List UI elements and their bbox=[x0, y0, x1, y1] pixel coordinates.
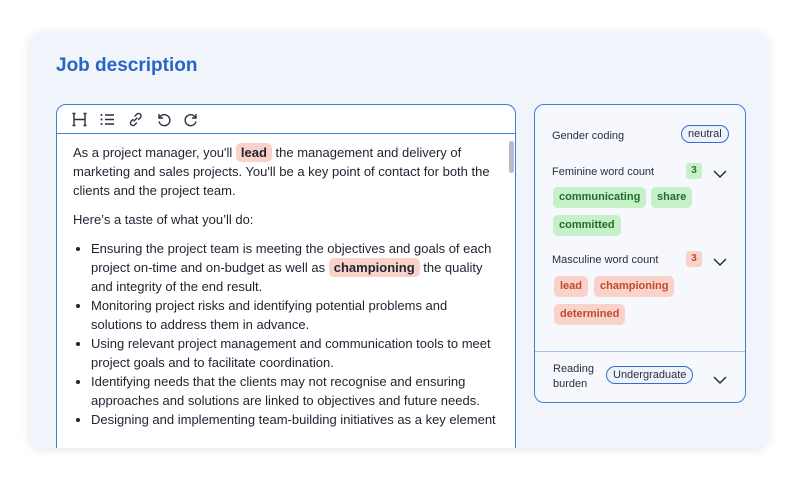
feminine-word-tag: share bbox=[651, 187, 693, 208]
list-item: Using relevant project management and co… bbox=[91, 334, 498, 372]
list-item: Ensuring the project team is meeting the… bbox=[91, 239, 498, 296]
job-description-card: Job description As a project manager, yo… bbox=[30, 33, 768, 448]
feminine-word-tag: communicating bbox=[553, 187, 647, 208]
paragraph-intro: As a project manager, you'll lead the ma… bbox=[73, 143, 498, 200]
chevron-down-icon[interactable] bbox=[713, 372, 727, 386]
editor-content[interactable]: As a project manager, you'll lead the ma… bbox=[73, 143, 498, 429]
reading-label-line: Reading bbox=[553, 363, 594, 375]
editor-toolbar bbox=[57, 105, 515, 134]
paragraph-taste: Here’s a taste of what you’ll do: bbox=[73, 212, 254, 227]
heading-icon[interactable] bbox=[71, 111, 88, 128]
masculine-word-tag: championing bbox=[594, 276, 675, 297]
list-item: Designing and implementing team-building… bbox=[91, 410, 498, 429]
reading-burden-badge: Undergraduate bbox=[606, 366, 694, 384]
scroll-thumb[interactable] bbox=[509, 141, 514, 173]
masculine-word-tag: lead bbox=[554, 276, 589, 297]
gender-coding-badge: neutral bbox=[681, 125, 729, 143]
editor-scrollbar[interactable] bbox=[509, 139, 515, 448]
bullet-list-icon[interactable] bbox=[99, 111, 116, 128]
link-icon[interactable] bbox=[127, 111, 144, 128]
feminine-count-badge: 3 bbox=[686, 163, 702, 179]
gender-coding-label: Gender coding bbox=[552, 130, 625, 142]
list-item: Identifying needs that the clients may n… bbox=[91, 372, 498, 410]
feminine-word-tag: committed bbox=[553, 215, 621, 236]
reading-label-line: burden bbox=[553, 378, 588, 390]
highlight-championing: championing bbox=[328, 258, 420, 277]
masculine-word-tag: determined bbox=[554, 304, 626, 325]
responsibilities-list: Ensuring the project team is meeting the… bbox=[73, 239, 498, 429]
analysis-panel: Gender coding neutral Feminine word coun… bbox=[534, 104, 746, 403]
panel-divider bbox=[535, 351, 745, 352]
list-item: Monitoring project risks and identifying… bbox=[91, 296, 498, 334]
reading-burden-label: Reading burden bbox=[553, 362, 594, 392]
masculine-word-count-label: Masculine word count bbox=[552, 254, 659, 266]
redo-icon[interactable] bbox=[183, 111, 200, 128]
text-run: As a project manager, you'll bbox=[73, 145, 236, 160]
masculine-count-badge: 3 bbox=[686, 251, 702, 267]
text-editor[interactable]: As a project manager, you'll lead the ma… bbox=[56, 104, 516, 448]
undo-icon[interactable] bbox=[155, 111, 172, 128]
chevron-down-icon[interactable] bbox=[713, 254, 727, 268]
chevron-down-icon[interactable] bbox=[713, 166, 727, 180]
page-title: Job description bbox=[56, 55, 198, 76]
feminine-word-count-label: Feminine word count bbox=[552, 166, 655, 178]
highlight-lead: lead bbox=[235, 143, 272, 162]
